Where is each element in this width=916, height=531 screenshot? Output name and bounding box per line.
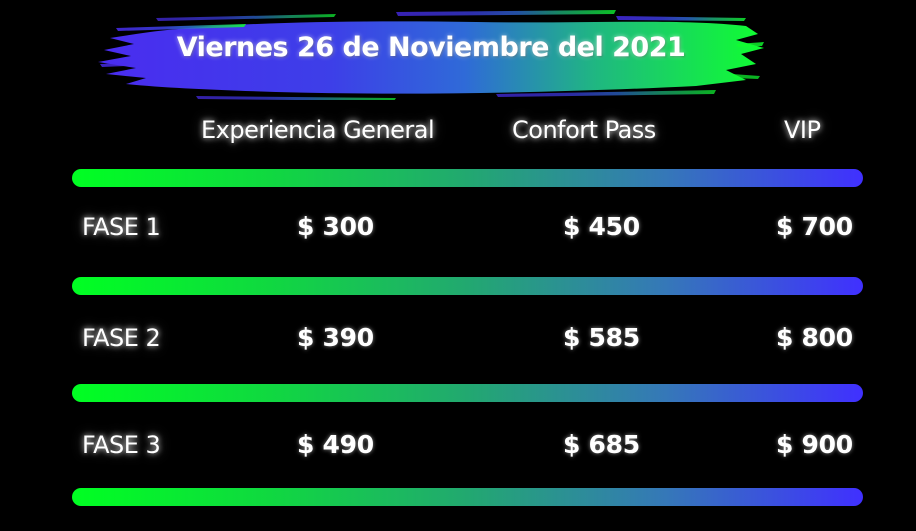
divider-bar	[72, 277, 863, 295]
event-date-title: Viernes 26 de Noviembre del 2021	[176, 32, 686, 63]
price-confort-pass: $ 585	[563, 323, 640, 352]
price-experiencia-general: $ 300	[297, 212, 374, 241]
title-banner: Viernes 26 de Noviembre del 2021	[96, 4, 766, 100]
column-header-vip: VIP	[784, 116, 821, 144]
column-header-confort-pass: Confort Pass	[512, 116, 656, 144]
price-vip: $ 900	[776, 430, 853, 459]
price-vip: $ 800	[776, 323, 853, 352]
price-confort-pass: $ 685	[563, 430, 640, 459]
price-confort-pass: $ 450	[563, 212, 640, 241]
phase-label: FASE 3	[82, 431, 161, 459]
divider-bar	[72, 384, 863, 402]
phase-label: FASE 1	[82, 213, 161, 241]
phase-label: FASE 2	[82, 324, 161, 352]
divider-bar	[72, 488, 863, 506]
price-vip: $ 700	[776, 212, 853, 241]
column-header-experiencia-general: Experiencia General	[201, 116, 435, 144]
price-experiencia-general: $ 390	[297, 323, 374, 352]
divider-bar	[72, 169, 863, 187]
price-experiencia-general: $ 490	[297, 430, 374, 459]
